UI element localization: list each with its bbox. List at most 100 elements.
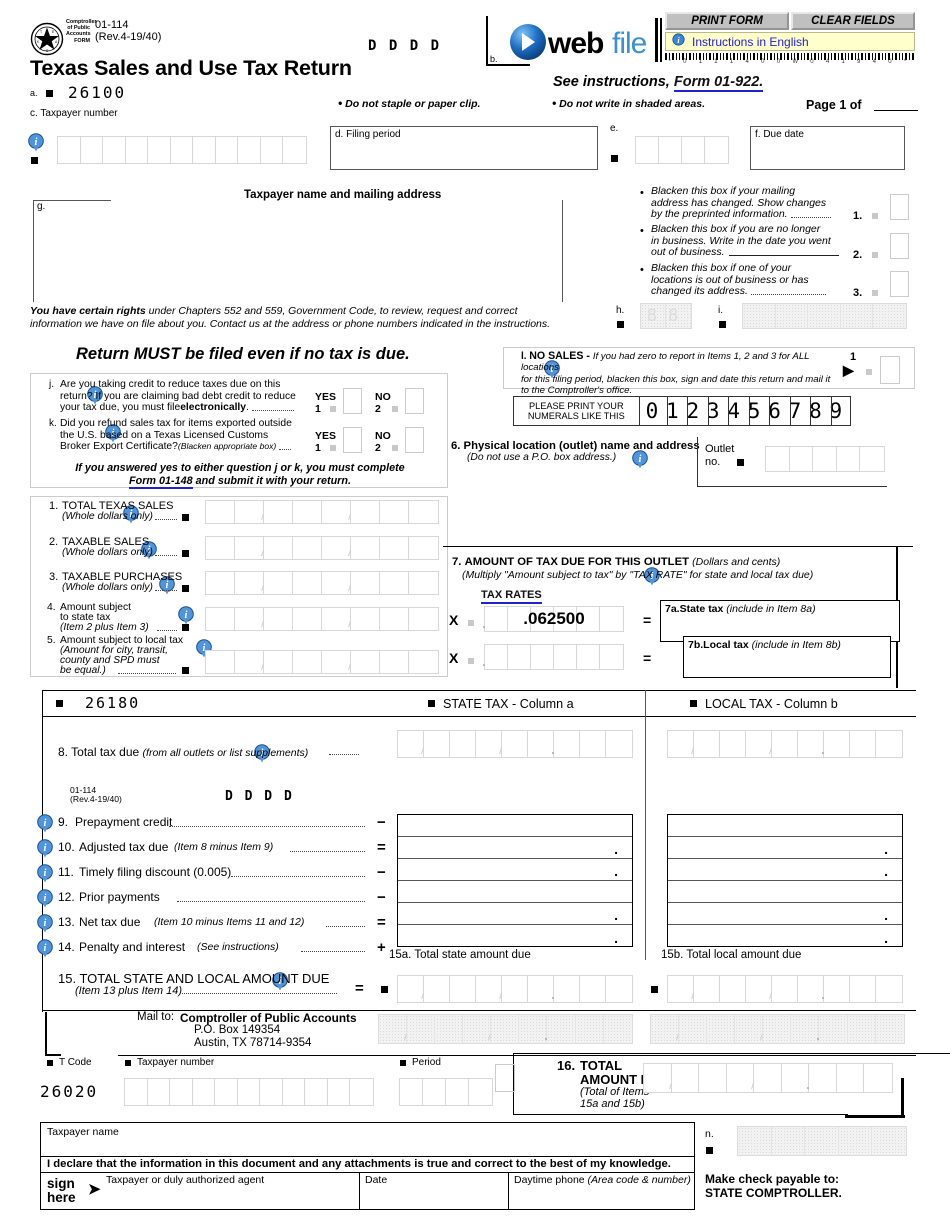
- agency-line-3: Accounts: [66, 31, 91, 38]
- blacken-notice-1-checkbox[interactable]: [890, 194, 909, 220]
- footer-period-input[interactable]: [399, 1078, 493, 1106]
- see-instructions-link[interactable]: Form 01-922.: [673, 74, 764, 92]
- taxpayer-number-input[interactable]: [57, 136, 307, 164]
- item-1-square: [182, 514, 189, 521]
- see-instructions-prefix: See instructions,: [553, 74, 674, 90]
- svg-text:i: i: [44, 843, 47, 854]
- item-12a-input[interactable]: [398, 881, 632, 904]
- info-icon-item-10[interactable]: i: [37, 839, 53, 858]
- field-i-input: [742, 303, 907, 329]
- item-13a-input[interactable]: .: [398, 903, 632, 926]
- item-1-input[interactable]: [205, 500, 439, 524]
- item-12b-input[interactable]: [668, 881, 902, 904]
- info-icon-item-12[interactable]: i: [37, 889, 53, 908]
- form-number: 01-114: [95, 19, 129, 31]
- agency-wordmark: Comptroller of Public Accounts FORM: [66, 19, 97, 44]
- item-7b-local-tax-input[interactable]: 7b.Local tax (include in Item 8b): [683, 636, 891, 678]
- item-15b-input[interactable]: [667, 975, 903, 1003]
- item-10b-input[interactable]: .: [668, 837, 902, 860]
- item-16-amount-input[interactable]: [643, 1063, 893, 1093]
- blacken-notice-1-number: 1.: [853, 210, 863, 222]
- item-11a-input[interactable]: .: [398, 859, 632, 882]
- item-7-title-sub: (Dollars and cents): [692, 556, 781, 568]
- item-16-top-rule: [513, 1053, 950, 1054]
- total-local-caption: 15b. Total local amount due: [661, 949, 802, 961]
- item-8a-input[interactable]: [397, 730, 633, 758]
- clear-fields-button-label: CLEAR FIELDS: [811, 15, 895, 27]
- item-11-operator: −: [377, 864, 386, 881]
- field-e-input[interactable]: [635, 136, 729, 164]
- signature-taxpayer-name-input[interactable]: [40, 1122, 695, 1156]
- column-divider: [645, 690, 646, 960]
- item-5-input[interactable]: [205, 650, 439, 674]
- item-14a-input[interactable]: .: [398, 925, 632, 947]
- no-sales-checkbox[interactable]: [880, 356, 900, 384]
- blacken-notice-3-marker: [872, 290, 878, 296]
- info-icon-item-14[interactable]: i: [37, 939, 53, 958]
- outlet-number-input[interactable]: [765, 446, 885, 472]
- question-j-line-3: your tax due, you must file: [60, 402, 181, 414]
- item-8b-input[interactable]: [667, 730, 903, 758]
- signature-phone-input[interactable]: [512, 1172, 694, 1210]
- outlet-label-1: Outlet: [705, 443, 735, 455]
- questions-footer: If you answered yes to either question j…: [40, 462, 440, 489]
- signature-date-input[interactable]: [363, 1172, 508, 1210]
- filing-period-input[interactable]: d. Filing period: [330, 126, 598, 170]
- lower-top-rule: [42, 690, 916, 691]
- item-15-number: 15.: [58, 971, 77, 986]
- question-j-no-checkbox[interactable]: [405, 388, 424, 414]
- signature-agent-input[interactable]: [104, 1172, 359, 1210]
- item-3-input[interactable]: [205, 571, 439, 595]
- info-icon-item-9[interactable]: i: [37, 814, 53, 833]
- info-icon-item-13[interactable]: i: [37, 914, 53, 933]
- field-e-letter: e.: [610, 123, 619, 134]
- svg-text:i: i: [44, 868, 47, 879]
- no-sales-marker: [866, 369, 872, 375]
- question-j-bold-tail: electronically: [180, 402, 247, 414]
- clear-fields-button[interactable]: CLEAR FIELDS: [791, 12, 915, 30]
- item-10a-input[interactable]: .: [398, 837, 632, 860]
- item-11b-input[interactable]: .: [668, 859, 902, 882]
- taxpayer-name-address-input[interactable]: [34, 201, 564, 301]
- item-16-side-checkbox[interactable]: [495, 1064, 515, 1092]
- blacken-notice-3-checkbox[interactable]: [890, 271, 909, 297]
- item-7a-equals: =: [643, 612, 652, 628]
- field-n-letter: n.: [705, 1128, 714, 1140]
- info-icon-item-6[interactable]: i: [631, 450, 648, 469]
- blacken-notice-2-checkbox[interactable]: [890, 233, 909, 259]
- question-k-yes-checkbox[interactable]: [343, 427, 362, 453]
- svg-text:i: i: [44, 893, 47, 904]
- item-9a-input[interactable]: [398, 815, 632, 838]
- item-2-input[interactable]: [205, 536, 439, 560]
- item-7a-label-ital: (include in Item 8a): [726, 603, 816, 615]
- questions-footer-link[interactable]: Form 01-148: [129, 474, 193, 489]
- item-12-leader: [177, 901, 365, 902]
- item-9-operator: −: [377, 814, 386, 831]
- instructions-in-english-button[interactable]: i Instructions in English: [665, 32, 915, 51]
- item-4-input[interactable]: [205, 607, 439, 631]
- questions-footer-line-1: If you answered yes to either question j…: [75, 462, 405, 474]
- info-icon-item-4[interactable]: i: [177, 606, 194, 625]
- question-k-line-2: the U.S. based on a Texas Licensed Custo…: [60, 429, 269, 441]
- svg-text:i: i: [184, 610, 187, 621]
- item-15a-input[interactable]: [397, 975, 633, 1003]
- question-k-no-checkbox[interactable]: [405, 427, 424, 453]
- signature-divider-4: [508, 1172, 509, 1210]
- item-14b-input[interactable]: .: [668, 925, 902, 947]
- print-form-button[interactable]: PRINT FORM: [665, 12, 789, 30]
- info-icon-item-11[interactable]: i: [37, 864, 53, 883]
- item-9b-input[interactable]: [668, 815, 902, 838]
- lower-tcode-value: 26180: [85, 694, 141, 712]
- page-of-blank[interactable]: [874, 110, 918, 111]
- item-16-right-bracket-vertical: [901, 1078, 904, 1118]
- item-7b-rate-input[interactable]: [483, 644, 624, 670]
- numerals-caption-line-2: NUMERALS LIKE THIS: [527, 411, 625, 421]
- question-j-yes-checkbox[interactable]: [343, 388, 362, 414]
- form-revision: (Rev.4-19/40): [95, 31, 162, 43]
- item-15b-square: [651, 986, 658, 993]
- footer-taxpayer-number-input[interactable]: [124, 1078, 374, 1106]
- question-k-no-label: NO: [375, 430, 391, 442]
- due-date-input[interactable]: f. Due date: [750, 126, 905, 170]
- item-13b-input[interactable]: .: [668, 903, 902, 926]
- info-icon-taxpayer-number[interactable]: i: [28, 133, 44, 152]
